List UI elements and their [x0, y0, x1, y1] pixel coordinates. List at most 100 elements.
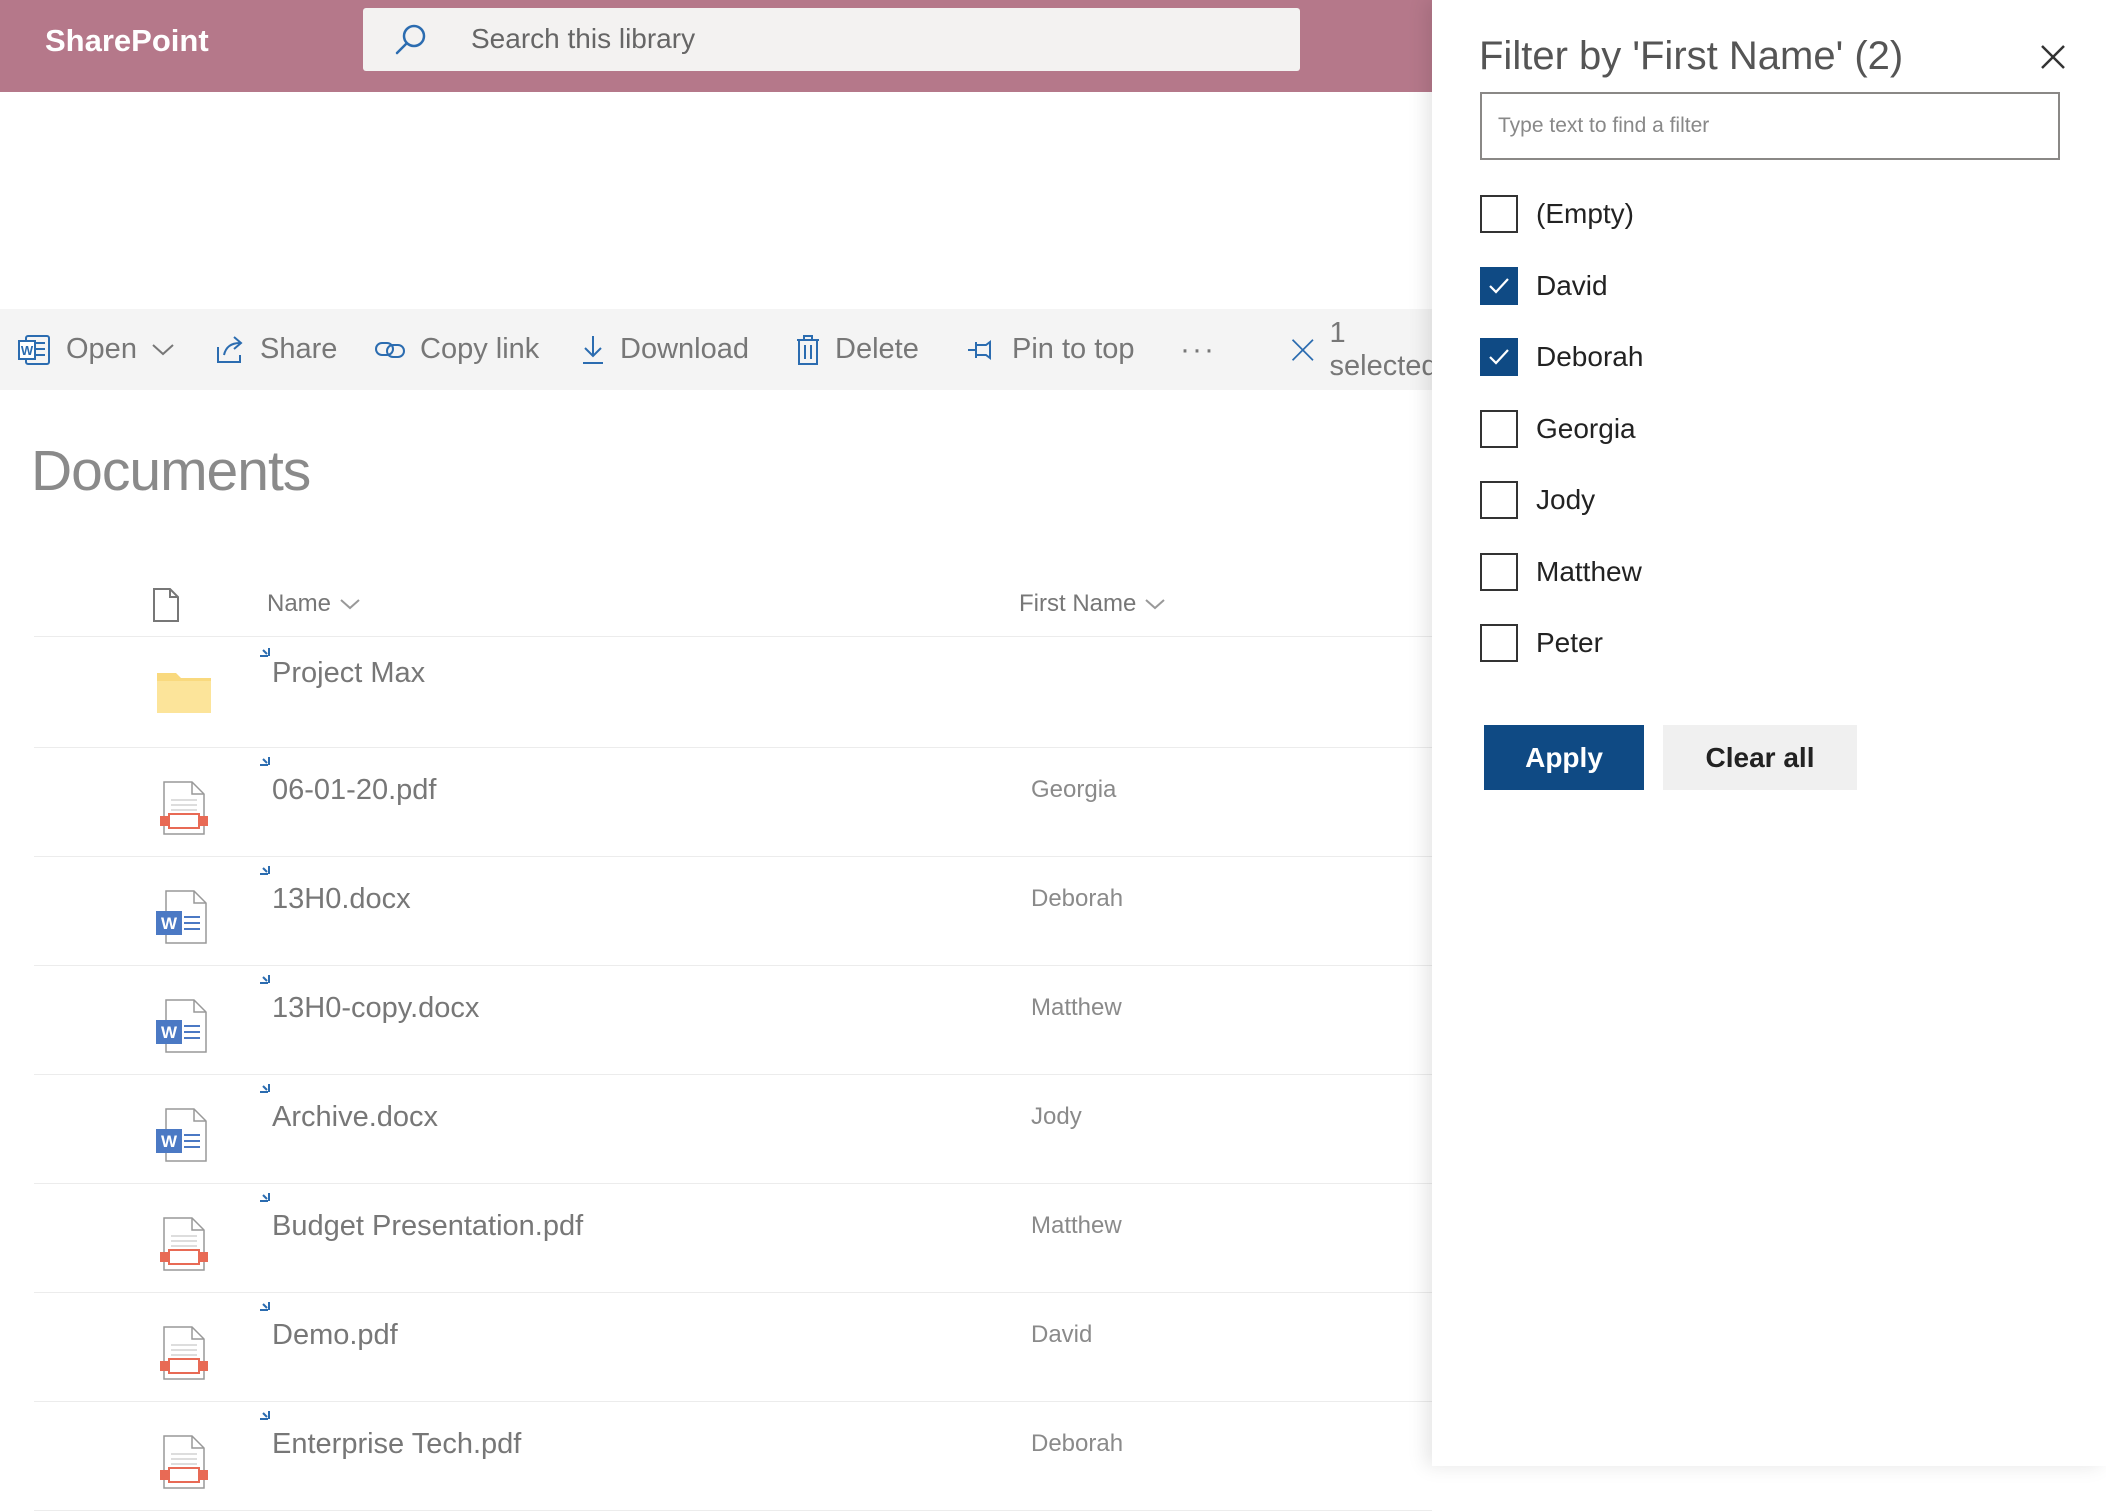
share-button[interactable]: Share: [214, 309, 337, 390]
word-doc-icon: W: [156, 1108, 207, 1162]
svg-text:W: W: [161, 1023, 178, 1042]
file-name[interactable]: Archive.docx: [272, 1101, 438, 1134]
chevron-down-icon: [152, 343, 174, 355]
pdf-icon: [160, 1326, 208, 1380]
first-name-cell: Matthew: [1031, 994, 1122, 1021]
close-icon[interactable]: [2038, 42, 2068, 72]
word-doc-icon: W: [156, 999, 207, 1053]
table-row[interactable]: W 13H0.docx Deborah: [34, 855, 1432, 966]
filter-option[interactable]: Matthew: [1480, 551, 1642, 593]
copy-link-button[interactable]: Copy link: [374, 309, 539, 390]
download-button[interactable]: Download: [580, 309, 749, 390]
file-name[interactable]: 06-01-20.pdf: [272, 774, 436, 807]
apply-button[interactable]: Apply: [1484, 725, 1644, 790]
share-icon: [217, 335, 243, 363]
column-header-name-label: Name: [267, 590, 332, 617]
file-type-icon: W: [154, 887, 214, 947]
file-name[interactable]: 13H0-copy.docx: [272, 992, 479, 1025]
delete-button[interactable]: Delete: [795, 309, 919, 390]
more-button[interactable]: ···: [1180, 309, 1216, 390]
file-name[interactable]: 13H0.docx: [272, 883, 411, 916]
table-row[interactable]: W 13H0-copy.docx Matthew: [34, 964, 1432, 1075]
word-doc-icon: W: [156, 890, 207, 944]
file-name[interactable]: Demo.pdf: [272, 1319, 398, 1352]
filter-checkbox[interactable]: [1480, 266, 1518, 305]
file-name[interactable]: Budget Presentation.pdf: [272, 1210, 583, 1243]
file-type-icon: [154, 778, 214, 838]
new-item-icon: [260, 975, 270, 984]
filter-option-label: (Empty): [1536, 198, 1634, 229]
command-bar: W Open Share Copy link Download Delete P…: [0, 309, 1432, 390]
file-type-icon: [154, 659, 214, 719]
word-icon: W: [18, 334, 50, 365]
first-name-cell: Deborah: [1031, 885, 1124, 912]
file-type-icon: W: [154, 1105, 214, 1165]
filter-option-label: Matthew: [1536, 555, 1642, 587]
filter-option-label: Jody: [1536, 484, 1596, 515]
filter-option[interactable]: (Empty): [1480, 193, 1634, 235]
chevron-down-icon: [1145, 599, 1166, 610]
first-name-cell: Matthew: [1031, 1212, 1122, 1239]
checkmark-icon: [1489, 349, 1509, 365]
download-label: Download: [620, 333, 749, 365]
open-button[interactable]: W Open: [18, 309, 189, 390]
filter-checkbox[interactable]: [1480, 338, 1518, 376]
file-type-icon: [154, 1214, 214, 1274]
svg-text:W: W: [161, 1132, 178, 1151]
table-row[interactable]: Budget Presentation.pdf Matthew: [34, 1182, 1432, 1293]
checkmark-icon: [1489, 277, 1509, 294]
close-icon: [1291, 338, 1314, 361]
more-icon: ···: [1180, 332, 1216, 366]
pdf-icon: [160, 781, 208, 835]
clear-all-button[interactable]: Clear all: [1663, 725, 1857, 790]
chevron-down-icon: [340, 599, 360, 610]
open-label: Open: [66, 333, 137, 365]
new-item-icon: [260, 1193, 270, 1202]
filter-option[interactable]: David: [1480, 265, 1608, 307]
filter-checkbox[interactable]: [1480, 409, 1518, 448]
filter-checkbox[interactable]: [1480, 481, 1518, 519]
search-box[interactable]: Search this library: [363, 8, 1300, 71]
file-name[interactable]: Enterprise Tech.pdf: [272, 1428, 521, 1461]
first-name-cell: Georgia: [1031, 776, 1117, 803]
file-type-icon: [154, 1323, 214, 1383]
column-header-first-name[interactable]: First Name: [1019, 590, 1166, 618]
search-placeholder: Search this library: [471, 23, 696, 54]
first-name-cell: David: [1031, 1321, 1093, 1348]
svg-text:W: W: [161, 914, 178, 933]
file-type-header-icon[interactable]: [152, 587, 180, 623]
filter-checkbox[interactable]: [1480, 624, 1518, 662]
table-row[interactable]: 06-01-20.pdf Georgia: [34, 746, 1432, 857]
table-row[interactable]: Demo.pdf David: [34, 1291, 1432, 1402]
filter-checkbox[interactable]: [1480, 195, 1518, 233]
share-label: Share: [260, 333, 338, 365]
table-row[interactable]: Project Max: [34, 637, 1432, 748]
file-type-icon: W: [154, 996, 214, 1056]
filter-option[interactable]: Jody: [1480, 479, 1595, 521]
pin-to-top-button[interactable]: Pin to top: [966, 309, 1135, 390]
filter-checkbox[interactable]: [1480, 552, 1518, 591]
filter-option[interactable]: Deborah: [1480, 336, 1643, 378]
new-item-icon: [260, 757, 270, 766]
svg-text:W: W: [21, 343, 34, 358]
selected-count: 1 selected: [1329, 316, 1432, 382]
copy-link-label: Copy link: [420, 333, 540, 365]
column-header-first-name-label: First Name: [1019, 590, 1137, 617]
filter-search-input[interactable]: [1480, 92, 2060, 160]
table-row[interactable]: Enterprise Tech.pdf Deborah: [34, 1400, 1432, 1511]
pin-icon: [968, 339, 991, 360]
file-name[interactable]: Project Max: [272, 657, 425, 690]
filter-option-label: Georgia: [1536, 412, 1636, 444]
filter-option[interactable]: Georgia: [1480, 408, 1636, 450]
table-row[interactable]: W Archive.docx Jody: [34, 1073, 1432, 1184]
file-type-icon: [154, 1432, 214, 1492]
new-item-icon: [260, 1302, 270, 1311]
folder-icon: [157, 673, 211, 713]
filter-panel-title: Filter by 'First Name' (2): [1479, 34, 1904, 78]
column-header-name[interactable]: Name: [267, 590, 361, 618]
clear-selection-button[interactable]: 1 selected: [1290, 309, 1432, 390]
pdf-icon: [160, 1435, 208, 1489]
app-name[interactable]: SharePoint: [45, 20, 209, 62]
filter-option[interactable]: Peter: [1480, 622, 1603, 664]
download-icon: [583, 335, 603, 364]
